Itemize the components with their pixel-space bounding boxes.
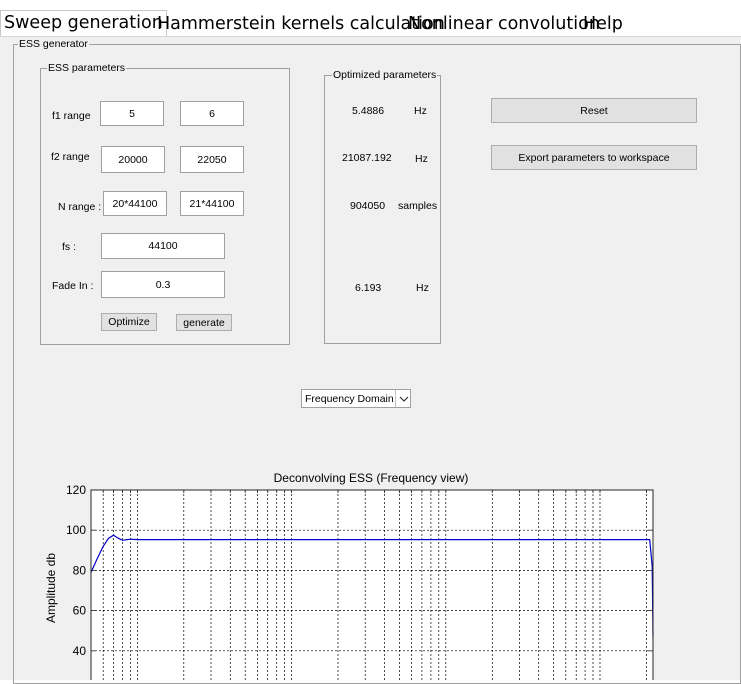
n-max-field[interactable] <box>180 191 244 216</box>
opt-n-value: 904050 <box>350 200 386 212</box>
reset-button[interactable]: Reset <box>491 98 697 123</box>
ess-generator-title: ESS generator <box>18 38 89 50</box>
f2-max-field[interactable] <box>180 146 244 173</box>
y-tick-label: 80 <box>73 563 87 577</box>
ess-parameters-title: ESS parameters <box>47 62 127 74</box>
chevron-down-icon <box>399 396 409 402</box>
optimize-button[interactable]: Optimize <box>101 313 157 331</box>
n-range-label: N range : <box>58 201 102 213</box>
f1-range-label: f1 range <box>52 110 91 122</box>
sweep-generation-panel: ESS generator ESS parameters f1 range f2… <box>0 37 741 684</box>
tab-help[interactable]: Help <box>580 12 626 36</box>
y-tick-label: 120 <box>66 483 86 497</box>
tab-nonlinear-convolution[interactable]: Nonlinear convolution <box>405 12 603 36</box>
y-axis-label: Amplitude db <box>44 553 58 623</box>
opt-n-unit: samples <box>398 200 438 212</box>
fade-in-label: Fade In : <box>52 280 94 292</box>
plot-background <box>91 490 653 680</box>
f2-min-field[interactable] <box>101 146 165 173</box>
opt-f2-unit: Hz <box>415 153 428 165</box>
dropdown-separator <box>395 390 396 407</box>
fs-label: fs : <box>62 241 77 253</box>
tab-bar: Sweep generation Hammerstein kernels cal… <box>0 0 741 37</box>
opt-f1-value: 5.4886 <box>352 105 385 117</box>
f1-max-field[interactable] <box>180 101 244 126</box>
view-select-value: Frequency Domain <box>305 393 394 405</box>
f2-range-label: f2 range <box>51 151 90 163</box>
fs-field[interactable] <box>101 233 225 259</box>
generate-button[interactable]: generate <box>176 314 232 331</box>
optimized-parameters-title: Optimized parameters <box>332 69 438 81</box>
frequency-chart: 20406080100120101102103104 Deconvolving … <box>44 471 654 680</box>
chart-title: Deconvolving ESS (Frequency view) <box>274 471 469 485</box>
y-tick-label: 100 <box>66 523 86 537</box>
y-tick-label: 60 <box>73 604 87 618</box>
opt-fade-unit: Hz <box>416 282 429 294</box>
opt-fade-value: 6.193 <box>355 282 382 294</box>
n-min-field[interactable] <box>103 191 167 216</box>
export-parameters-button[interactable]: Export parameters to workspace <box>491 145 697 170</box>
opt-f1-unit: Hz <box>414 105 427 117</box>
y-tick-label: 40 <box>73 644 87 658</box>
view-select-dropdown[interactable]: Frequency Domain <box>301 389 411 408</box>
opt-f2-value: 21087.192 <box>342 152 392 164</box>
f1-min-field[interactable] <box>100 101 164 126</box>
fade-in-field[interactable] <box>101 271 225 298</box>
tab-sweep-generation[interactable]: Sweep generation <box>0 10 167 37</box>
tab-hammerstein-kernels[interactable]: Hammerstein kernels calculation <box>154 12 448 36</box>
